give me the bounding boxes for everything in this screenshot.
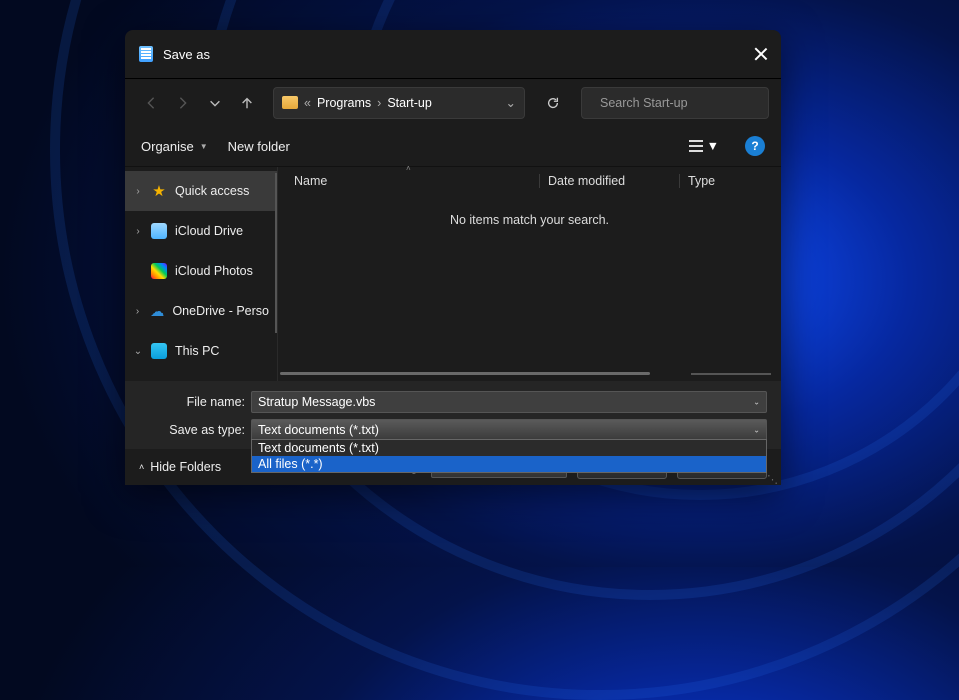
icloud-icon	[151, 223, 167, 239]
command-row: Organise▼ New folder ▼ ?	[125, 126, 781, 166]
form-area: File name: Stratup Message.vbs ⌄ Save as…	[125, 381, 781, 449]
new-folder-button[interactable]: New folder	[228, 139, 290, 154]
chevron-down-icon[interactable]: ⌄	[506, 95, 516, 110]
expander-icon[interactable]: ›	[133, 226, 143, 237]
sidebar-item-label: This PC	[175, 344, 219, 358]
onedrive-icon: ☁	[150, 303, 164, 319]
column-headers: ˄ Name Date modified Type	[278, 167, 781, 195]
saveastype-option-all[interactable]: All files (*.*)	[252, 456, 766, 472]
expander-icon[interactable]: ⌄	[133, 346, 143, 357]
column-header-type[interactable]: Type	[679, 174, 715, 188]
saveastype-option-txt[interactable]: Text documents (*.txt)	[252, 440, 766, 456]
hide-folders-button[interactable]: ˄ Hide Folders	[139, 460, 221, 474]
search-input[interactable]	[600, 96, 761, 110]
filename-label: File name:	[139, 395, 245, 409]
sidebar-item-label: iCloud Drive	[175, 224, 243, 238]
chevron-down-icon: ▼	[200, 142, 208, 151]
search-box[interactable]	[581, 87, 769, 119]
saveastype-dropdown: Text documents (*.txt) All files (*.*)	[251, 439, 767, 473]
file-list-area: ˄ Name Date modified Type No items match…	[278, 167, 781, 381]
refresh-button[interactable]	[537, 87, 569, 119]
file-list: No items match your search.	[278, 195, 781, 381]
chevron-down-icon: ⌄	[753, 426, 760, 435]
expander-icon[interactable]: ›	[133, 306, 142, 317]
sort-indicator-icon: ˄	[406, 164, 411, 173]
back-button[interactable]	[137, 89, 165, 117]
expander-icon[interactable]: ›	[133, 186, 143, 197]
address-bar[interactable]: « Programs › Start-up ⌄	[273, 87, 525, 119]
close-icon[interactable]	[753, 47, 767, 61]
sidebar-item-this-pc[interactable]: ⌄ This PC	[125, 331, 277, 371]
filename-input[interactable]: Stratup Message.vbs ⌄	[251, 391, 767, 413]
organise-button[interactable]: Organise▼	[141, 139, 208, 154]
saveastype-combo[interactable]: Text documents (*.txt) ⌄	[251, 419, 767, 441]
up-button[interactable]	[233, 89, 261, 117]
photos-icon	[151, 263, 167, 279]
resize-grip[interactable]	[767, 473, 777, 483]
chevron-up-icon: ˄	[139, 462, 144, 472]
folder-icon	[282, 96, 298, 109]
main-area: › ★ Quick access › iCloud Drive iCloud P…	[125, 166, 781, 381]
sidebar-item-label: iCloud Photos	[175, 264, 253, 278]
forward-button[interactable]	[169, 89, 197, 117]
chevron-right-icon: ›	[377, 96, 381, 110]
this-pc-icon	[151, 343, 167, 359]
sidebar-item-label: OneDrive - Perso	[172, 304, 269, 318]
view-button[interactable]: ▼	[689, 139, 719, 153]
chevron-down-icon: ▼	[707, 139, 719, 153]
horizontal-scrollbar[interactable]	[691, 373, 771, 375]
sidebar-item-onedrive[interactable]: › ☁ OneDrive - Perso	[125, 291, 277, 331]
dialog-title: Save as	[163, 47, 753, 62]
save-as-dialog: Save as « Programs › Start-up ⌄ Organise…	[125, 30, 781, 485]
sidebar: › ★ Quick access › iCloud Drive iCloud P…	[125, 167, 278, 381]
sidebar-item-quick-access[interactable]: › ★ Quick access	[125, 171, 277, 211]
saveastype-label: Save as type:	[139, 423, 245, 437]
notepad-icon	[139, 46, 153, 62]
nav-row: « Programs › Start-up ⌄	[125, 78, 781, 126]
titlebar: Save as	[125, 30, 781, 78]
breadcrumb-startup[interactable]: Start-up	[387, 96, 431, 110]
chevron-down-icon[interactable]: ⌄	[753, 398, 760, 407]
sidebar-item-icloud-photos[interactable]: iCloud Photos	[125, 251, 277, 291]
column-header-name[interactable]: Name	[294, 174, 539, 188]
star-icon: ★	[151, 183, 167, 199]
breadcrumb-prefix: «	[304, 96, 311, 110]
help-button[interactable]: ?	[745, 136, 765, 156]
sidebar-item-icloud-drive[interactable]: › iCloud Drive	[125, 211, 277, 251]
recent-dropdown[interactable]	[201, 89, 229, 117]
horizontal-scrollbar[interactable]	[280, 372, 650, 375]
breadcrumb-programs[interactable]: Programs	[317, 96, 371, 110]
sidebar-item-label: Quick access	[175, 184, 249, 198]
empty-message: No items match your search.	[278, 195, 781, 227]
column-header-date[interactable]: Date modified	[539, 174, 679, 188]
list-view-icon	[689, 140, 703, 152]
